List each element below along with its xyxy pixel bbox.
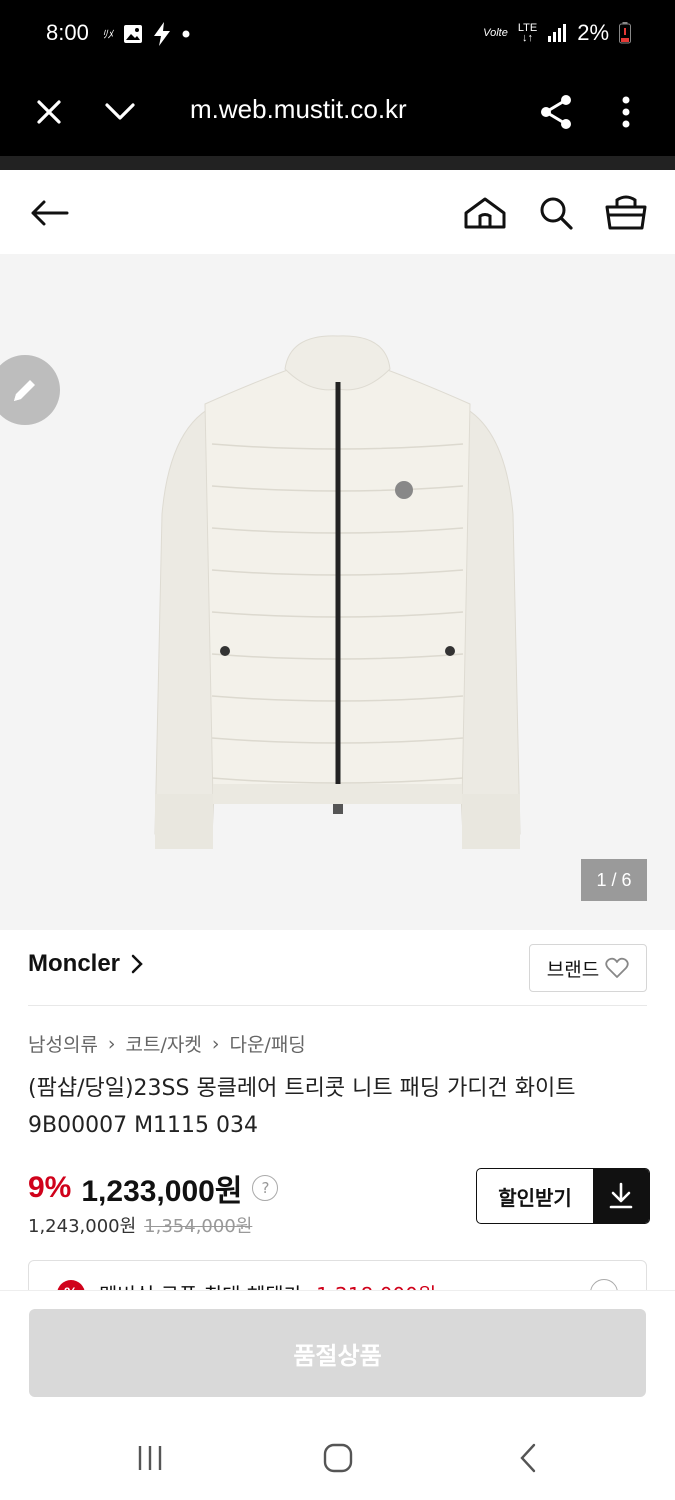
more-vert-icon[interactable]	[604, 90, 648, 134]
breadcrumb-item[interactable]: 남성의류	[28, 1030, 98, 1057]
search-icon[interactable]	[533, 190, 579, 236]
get-coupon-button[interactable]: 할인받기	[476, 1168, 650, 1224]
notification-icons: ﾘﾒ	[102, 22, 191, 46]
brand-like-button[interactable]: 브랜드	[529, 944, 647, 992]
original-price: 1,354,000원	[144, 1216, 253, 1237]
brand-link[interactable]: Moncler	[28, 950, 144, 978]
jacket-illustration	[154, 335, 521, 849]
home-icon[interactable]	[462, 190, 508, 236]
breadcrumb-separator: ›	[107, 1032, 116, 1055]
back-nav-icon[interactable]	[508, 1438, 548, 1478]
sold-out-button[interactable]: 품절상품	[29, 1309, 646, 1397]
volte-badge: Volte	[483, 27, 508, 39]
breadcrumb: 남성의류 › 코트/자켓 › 다운/패딩	[28, 1030, 306, 1057]
browser-toolbar: m.web.mustit.co.kr	[0, 70, 675, 156]
status-right: Volte LTE ↓↑ 2%	[483, 20, 631, 46]
breadcrumb-separator: ›	[211, 1032, 220, 1055]
battery-low-icon	[619, 22, 631, 44]
cart-icon[interactable]	[603, 190, 649, 236]
url-text[interactable]: m.web.mustit.co.kr	[190, 94, 407, 125]
lte-indicator: LTE ↓↑	[517, 22, 538, 44]
divider	[28, 1005, 647, 1006]
chevron-right-icon	[131, 954, 143, 974]
chevron-down-icon[interactable]	[98, 90, 142, 134]
product-title: (팜샵/당일)23SS 몽클레어 트리콧 니트 패딩 가디건 화이트 9B000…	[28, 1076, 576, 1138]
price-row: 9% 1,233,000원 ?	[28, 1166, 279, 1210]
image-icon	[124, 25, 142, 43]
app-notification-icon: ﾘﾒ	[102, 28, 113, 41]
image-counter: 1 / 6	[581, 859, 647, 901]
brand-name: Moncler	[28, 950, 121, 977]
status-bar: 8:00 ﾘﾒ Volte LTE ↓↑ 2%	[0, 0, 675, 70]
share-icon[interactable]	[534, 90, 578, 134]
close-icon[interactable]	[27, 90, 71, 134]
product-image[interactable]: 1 / 6	[0, 254, 675, 930]
dot-icon	[182, 30, 190, 38]
breadcrumb-item[interactable]: 코트/자켓	[126, 1030, 202, 1057]
pencil-icon	[14, 380, 35, 401]
bottom-action-bar: 품절상품	[0, 1290, 675, 1416]
breadcrumb-item[interactable]: 다운/패딩	[229, 1030, 305, 1057]
status-time: 8:00	[46, 20, 89, 45]
price-help-icon[interactable]: ?	[252, 1175, 279, 1201]
sub-price: 1,243,000원	[28, 1216, 137, 1237]
app-header	[0, 170, 675, 254]
back-arrow-icon[interactable]	[26, 190, 72, 236]
battery-percent: 2%	[577, 20, 609, 45]
signal-icon	[548, 24, 567, 42]
coupon-label: 할인받기	[498, 1185, 572, 1210]
download-icon	[593, 1169, 649, 1223]
screen: 8:00 ﾘﾒ Volte LTE ↓↑ 2% m.web.mustit.co.k…	[0, 0, 675, 1500]
discount-rate: 9%	[28, 1171, 72, 1204]
browser-divider	[0, 156, 675, 170]
heart-icon	[605, 957, 629, 978]
recent-apps-icon[interactable]	[130, 1438, 170, 1478]
brand-like-label: 브랜드	[546, 958, 600, 981]
flash-icon	[154, 22, 170, 46]
sub-price-row: 1,243,000원 1,354,000원	[28, 1212, 252, 1238]
system-nav-bar	[0, 1416, 675, 1500]
sale-price: 1,233,000원	[81, 1175, 243, 1208]
home-nav-icon[interactable]	[318, 1438, 358, 1478]
